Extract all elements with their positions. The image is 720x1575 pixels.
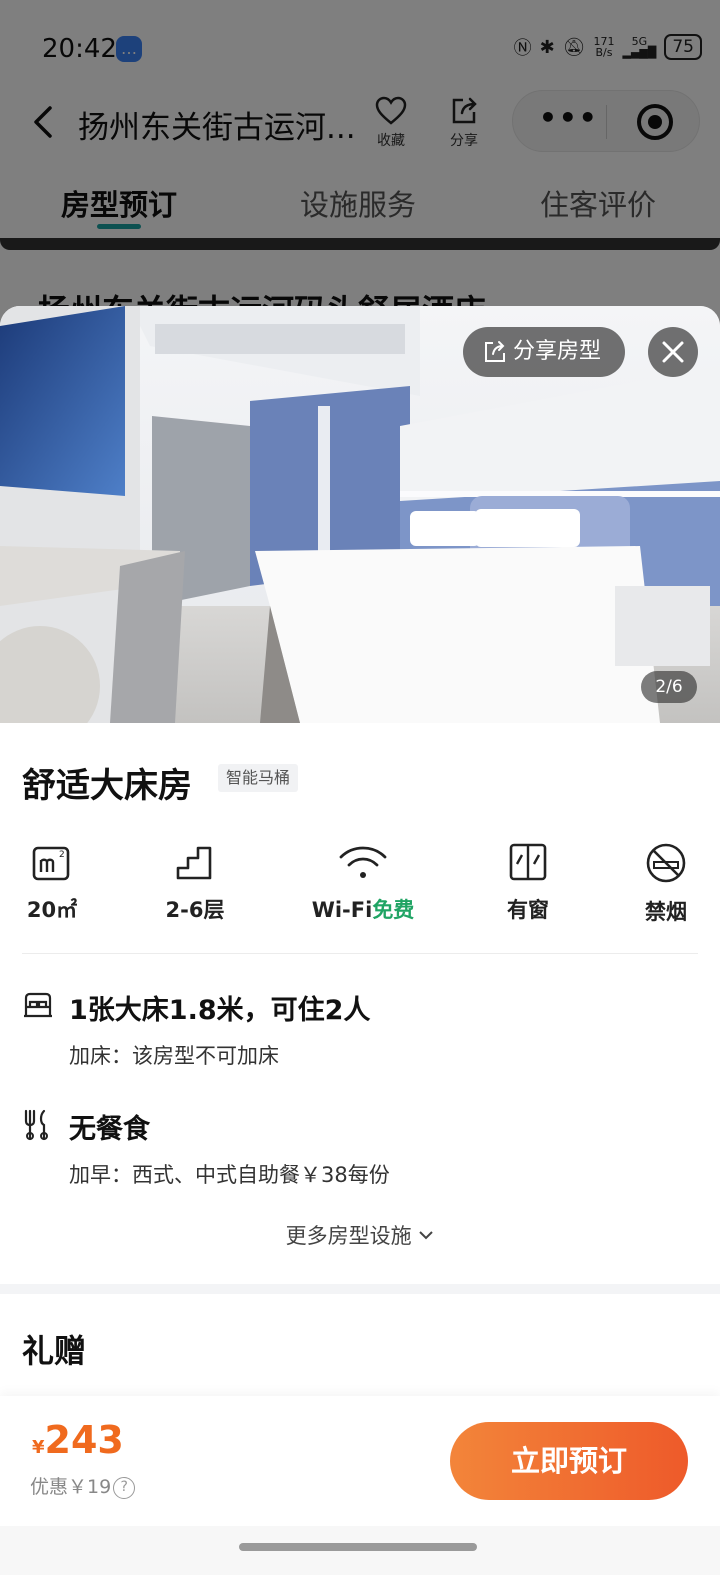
facility-wifi-label: Wi-Fi免费 — [311, 898, 415, 922]
divider — [22, 953, 698, 954]
room-tag: 智能马桶 — [218, 764, 299, 792]
facility-area: 2 20㎡ — [0, 842, 122, 924]
discount-text: 优惠￥19 — [30, 1476, 112, 1498]
extra-bed-note: 加床：该房型不可加床 — [69, 1044, 279, 1068]
booking-bar: ¥243 优惠￥19? 立即预订 — [0, 1396, 720, 1526]
chevron-down-icon — [419, 1231, 434, 1240]
currency-symbol: ¥ — [32, 1437, 45, 1458]
room-title: 舒适大床房 — [22, 766, 192, 806]
more-facilities-label: 更多房型设施 — [285, 1224, 412, 1248]
facility-window-label: 有窗 — [507, 898, 549, 922]
close-icon — [662, 341, 684, 363]
facility-wifi: Wi-Fi免费 — [293, 842, 433, 924]
price-value: 243 — [44, 1418, 124, 1462]
discount-info[interactable]: 优惠￥19? — [30, 1472, 136, 1499]
facility-window: 有窗 — [458, 842, 598, 924]
section-gap — [0, 1284, 720, 1294]
facility-no-smoking-label: 禁烟 — [645, 900, 687, 924]
facility-no-smoking: 禁烟 — [596, 842, 720, 926]
facility-area-label: 20㎡ — [26, 898, 78, 922]
more-facilities-link[interactable]: 更多房型设施 — [0, 1220, 720, 1250]
price: ¥243 — [32, 1418, 124, 1462]
facility-floor-label: 2-6层 — [165, 898, 225, 922]
room-photo[interactable]: 分享房型 2/6 — [0, 306, 720, 723]
bed-description: 1张大床1.8米，可住2人 — [69, 995, 371, 1026]
share-room-label: 分享房型 — [513, 339, 602, 364]
book-now-button[interactable]: 立即预订 — [450, 1422, 688, 1500]
svg-text:2: 2 — [59, 850, 65, 860]
share-icon — [485, 341, 505, 362]
breakfast-note: 加早：西式、中式自助餐￥38每份 — [69, 1163, 390, 1187]
cutlery-icon — [24, 1109, 48, 1141]
home-indicator[interactable] — [239, 1543, 477, 1551]
close-button[interactable] — [648, 327, 698, 377]
share-room-button[interactable]: 分享房型 — [463, 327, 625, 377]
window-icon — [509, 843, 547, 881]
gift-section-title: 礼赠 — [22, 1332, 87, 1370]
modal-overlay[interactable] — [0, 0, 720, 330]
facility-icons: 2 20㎡ 2-6层 Wi-Fi免费 有窗 禁烟 — [0, 842, 720, 942]
room-detail-sheet: 分享房型 2/6 舒适大床房 智能马桶 2 20㎡ 2-6层 Wi-Fi免费 有… — [0, 306, 720, 1575]
facility-floor: 2-6层 — [125, 842, 265, 924]
bed-icon — [24, 992, 52, 1018]
wifi-free-text: 免费 — [372, 898, 415, 922]
floor-icon — [176, 846, 212, 880]
wifi-icon — [339, 846, 387, 878]
photo-counter: 2/6 — [641, 671, 697, 703]
no-smoking-icon — [646, 843, 686, 883]
meal-description: 无餐食 — [69, 1114, 150, 1145]
area-icon: 2 — [32, 846, 70, 881]
help-icon[interactable]: ? — [113, 1477, 136, 1499]
gesture-area — [0, 1526, 720, 1575]
